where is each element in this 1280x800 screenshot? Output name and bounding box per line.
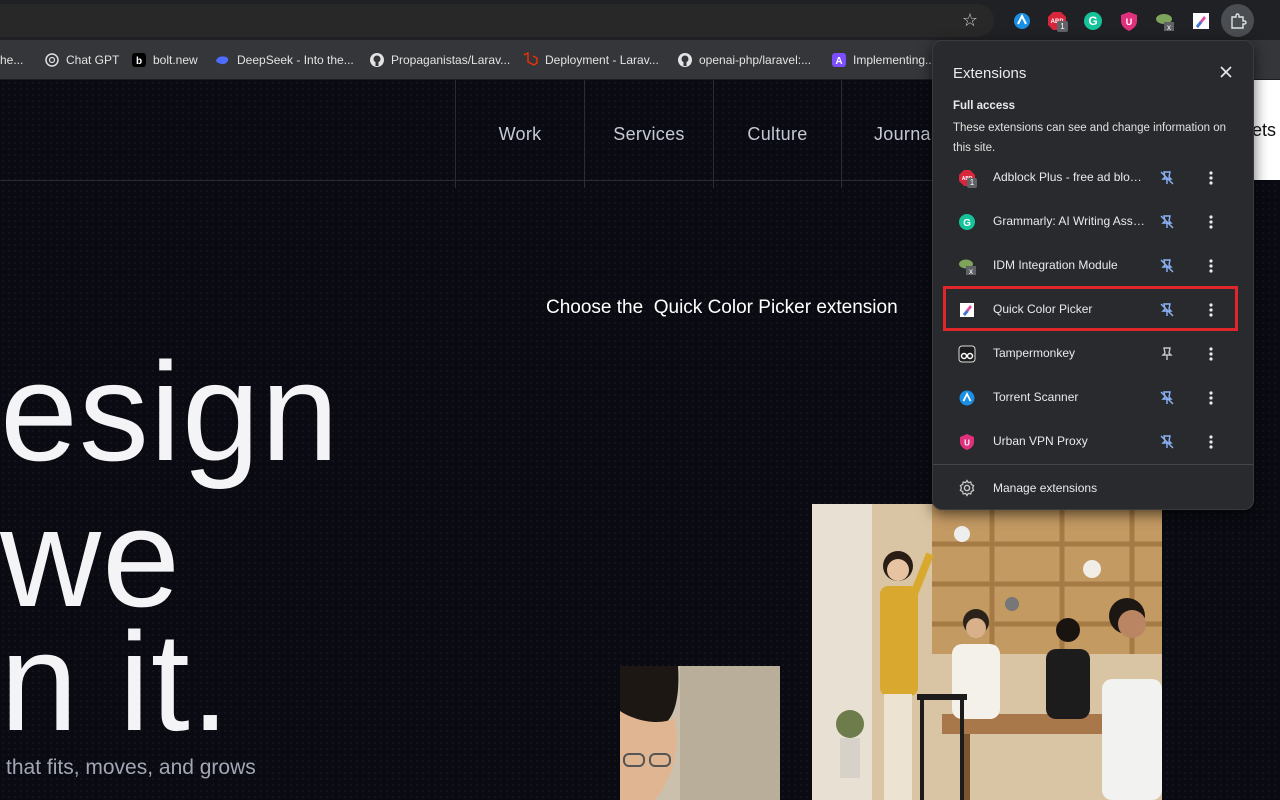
bolt-icon: b — [132, 53, 146, 67]
vertical-dots-icon — [1209, 391, 1213, 405]
extension-name: IDM Integration Module — [993, 258, 1118, 272]
panel-title: Extensions — [953, 65, 1027, 82]
svg-text:G: G — [963, 218, 971, 229]
close-icon — [1220, 66, 1232, 78]
hero-subtitle: that fits, moves, and grows — [6, 756, 256, 779]
grammarly-icon: G — [959, 214, 975, 230]
github-icon — [370, 53, 384, 67]
laravel-icon — [523, 52, 538, 66]
pin-button[interactable] — [1157, 388, 1177, 408]
bookmark-propaganistas[interactable]: Propaganistas/Larav... — [369, 50, 510, 70]
pin-button[interactable] — [1157, 432, 1177, 452]
svg-text:x: x — [969, 267, 973, 275]
extension-name: Torrent Scanner — [993, 390, 1079, 404]
bookmark-deepseek[interactable]: DeepSeek - Into the... — [214, 50, 354, 70]
extensions-panel: Extensions Full access These extensions … — [932, 40, 1254, 510]
extension-row-adblock-plus[interactable]: ABP 1 Adblock Plus - free ad bloc... — [933, 156, 1253, 200]
extension-row-grammarly[interactable]: G Grammarly: AI Writing Assi... — [933, 200, 1253, 244]
nav-work[interactable]: Work — [455, 80, 584, 188]
grammarly-icon[interactable]: G — [1082, 10, 1104, 32]
extension-name: Urban VPN Proxy — [993, 434, 1088, 448]
more-options-button[interactable] — [1201, 256, 1221, 276]
team-meeting-photo — [812, 504, 1162, 800]
bookmark-implementing[interactable]: A Implementing... — [831, 50, 935, 70]
extension-name: Adblock Plus - free ad bloc... — [993, 170, 1145, 184]
gear-icon — [959, 479, 975, 497]
more-options-button[interactable] — [1201, 388, 1221, 408]
nav-services[interactable]: Services — [584, 80, 713, 188]
urban-vpn-icon: U — [960, 434, 974, 450]
idm-icon[interactable]: x — [1154, 10, 1176, 32]
more-options-button[interactable] — [1201, 432, 1221, 452]
vertical-dots-icon — [1209, 435, 1213, 449]
quick-color-picker-icon[interactable] — [1190, 10, 1212, 32]
bookmark-chatgpt[interactable]: Chat GPT — [44, 50, 119, 70]
unpinned-icon — [1160, 171, 1174, 185]
section-description: These extensions can see and change info… — [953, 122, 1226, 154]
svg-text:G: G — [1088, 14, 1097, 28]
panel-divider — [933, 464, 1253, 465]
vertical-dots-icon — [1209, 171, 1213, 185]
extension-name: Tampermonkey — [993, 346, 1076, 360]
adblock-badge: 1 — [967, 178, 977, 188]
highlight-box — [943, 286, 1238, 331]
close-button[interactable] — [1215, 61, 1237, 83]
extension-row-urban-vpn[interactable]: U Urban VPN Proxy — [933, 420, 1253, 464]
svg-text:x: x — [1167, 23, 1171, 32]
person-portrait-photo — [620, 666, 780, 800]
pin-button[interactable] — [1157, 212, 1177, 232]
unpinned-icon — [1160, 259, 1174, 273]
deepseek-icon — [216, 56, 229, 65]
adblock-badge: 1 — [1057, 21, 1068, 32]
more-options-button[interactable] — [1201, 344, 1221, 364]
unpinned-icon — [1160, 391, 1174, 405]
svg-text:b: b — [136, 56, 142, 67]
vertical-dots-icon — [1209, 259, 1213, 273]
pin-button[interactable] — [1157, 344, 1177, 364]
nav-culture[interactable]: Culture — [713, 80, 841, 188]
urban-vpn-icon[interactable]: U — [1118, 10, 1140, 32]
extension-row-idm[interactable]: x IDM Integration Module — [933, 244, 1253, 288]
pinned-icon — [1161, 347, 1173, 360]
adblock-plus-icon: ABP 1 — [958, 169, 977, 188]
pin-button[interactable] — [1157, 168, 1177, 188]
nav-cta-button[interactable]: ets — [1252, 80, 1280, 180]
vertical-dots-icon — [1209, 215, 1213, 229]
puzzle-icon — [1230, 12, 1247, 29]
hero-line-1: esign — [0, 333, 340, 490]
svg-text:A: A — [835, 56, 842, 67]
vertical-dots-icon — [1209, 347, 1213, 361]
bookmark-laravel-deployment[interactable]: Deployment - Larav... — [522, 50, 659, 70]
manage-extensions-label: Manage extensions — [993, 481, 1098, 495]
extensions-button[interactable] — [1221, 4, 1254, 37]
bookmark-bolt[interactable]: b bolt.new — [131, 50, 198, 70]
torrent-scanner-icon — [959, 390, 975, 406]
star-icon[interactable]: ☆ — [960, 10, 980, 30]
extension-name: Grammarly: AI Writing Assi... — [993, 214, 1145, 228]
adblock-plus-icon[interactable]: ABP 1 — [1046, 10, 1068, 32]
unpinned-icon — [1160, 215, 1174, 229]
bookmark-item[interactable]: he... — [0, 50, 23, 70]
bookmark-openai-php[interactable]: openai-php/laravel:... — [677, 50, 811, 70]
section-title: Full access — [953, 100, 1016, 112]
more-options-button[interactable] — [1201, 168, 1221, 188]
unpinned-icon — [1160, 435, 1174, 449]
extension-row-torrent-scanner[interactable]: Torrent Scanner — [933, 376, 1253, 420]
browser-toolbar: ☆ ABP 1 G U x — [0, 0, 1280, 40]
more-options-button[interactable] — [1201, 212, 1221, 232]
instruction-caption: Choose the Quick Color Picker extension — [546, 297, 898, 318]
openai-icon — [45, 53, 59, 67]
pin-button[interactable] — [1157, 256, 1177, 276]
idm-icon: x — [959, 259, 976, 275]
purple-a-icon: A — [832, 53, 846, 67]
torrent-scanner-icon[interactable] — [1011, 10, 1033, 32]
svg-text:U: U — [1126, 17, 1133, 27]
hero-line-3: n it. — [0, 603, 231, 760]
manage-extensions-button[interactable]: Manage extensions — [933, 471, 1253, 505]
extension-row-tampermonkey[interactable]: Tampermonkey — [933, 332, 1253, 376]
tampermonkey-icon — [958, 345, 976, 363]
github-icon — [678, 53, 692, 67]
address-bar[interactable] — [0, 4, 994, 37]
svg-text:U: U — [964, 439, 970, 448]
